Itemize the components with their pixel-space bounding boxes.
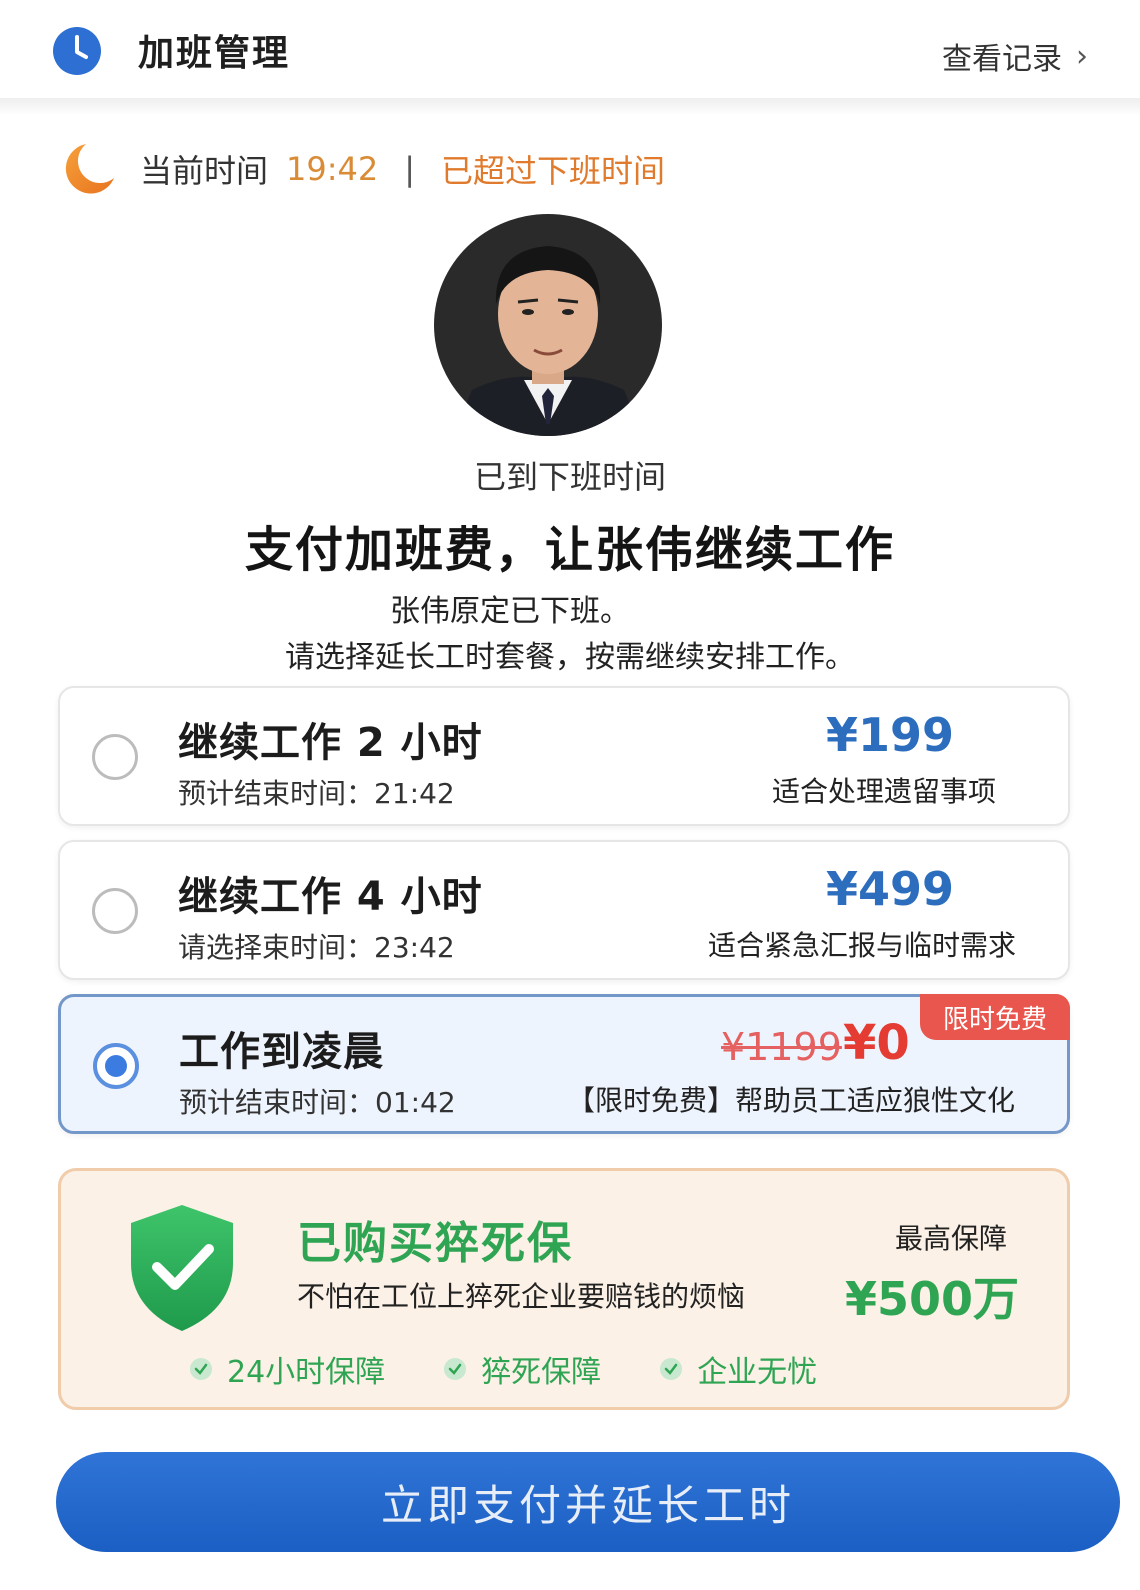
- current-time-row: 当前时间 19:42 | 已超过下班时间: [140, 146, 665, 192]
- plan-option-4-hours[interactable]: 继续工作 4 小时 请选择束时间：23:42 ¥499 适合紧急汇报与临时需求: [58, 840, 1070, 980]
- header-divider: [0, 98, 1140, 116]
- plan-end-time: 请选择束时间：23:42: [178, 931, 455, 964]
- max-coverage-value: ¥500万: [844, 1272, 1019, 1326]
- pay-button-label: 立即支付并延长工时: [380, 1480, 795, 1530]
- check-circle-icon: [444, 1358, 467, 1380]
- insurance-description: 不怕在工位上猝死企业要赔钱的烦恼: [297, 1280, 746, 1313]
- plan-price: ¥499: [826, 862, 955, 916]
- plan-note: 适合处理遗留事项: [771, 775, 996, 808]
- radio-button[interactable]: [92, 734, 138, 780]
- plan-price: ¥199: [826, 708, 955, 762]
- plan-note: 适合紧急汇报与临时需求: [707, 929, 1016, 962]
- shield-check-icon: [131, 1205, 233, 1331]
- plan-title: 工作到凌晨: [179, 1029, 384, 1075]
- feature-item: 猝死保障: [443, 1347, 601, 1391]
- original-price: ¥1199: [721, 1025, 842, 1069]
- plan-option-until-dawn[interactable]: 工作到凌晨 预计结束时间：01:42 ¥1199 ¥0 【限时免费】帮助员工适应…: [58, 994, 1070, 1134]
- limited-free-badge: 限时免费: [920, 994, 1070, 1040]
- view-records-link[interactable]: 查看记录 ›: [942, 34, 1088, 78]
- app-header: 加班管理 查看记录 ›: [0, 0, 1140, 100]
- check-circle-icon: [190, 1358, 212, 1380]
- time-separator: |: [404, 150, 416, 188]
- plan-price: ¥0: [843, 1015, 910, 1071]
- plan-end-time: 预计结束时间：21:42: [178, 777, 455, 810]
- feature-label: 企业无忧: [697, 1355, 818, 1390]
- feature-label: 24小时保障: [227, 1355, 386, 1390]
- feature-item: 企业无忧: [659, 1347, 817, 1391]
- radio-button-selected[interactable]: [93, 1043, 139, 1089]
- off-work-status: 已到下班时间: [473, 458, 666, 496]
- plan-title: 继续工作 2 小时: [178, 720, 483, 766]
- chevron-right-icon: ›: [1076, 38, 1088, 74]
- feature-item: 24小时保障: [189, 1347, 385, 1391]
- insurance-features: 24小时保障 猝死保障 企业无忧: [189, 1347, 875, 1391]
- view-records-label: 查看记录: [942, 42, 1062, 77]
- subtitle-line-2: 请选择延长工时套餐，按需继续安排工作。: [285, 640, 855, 675]
- plan-option-2-hours[interactable]: 继续工作 2 小时 预计结束时间：21:42 ¥199 适合处理遗留事项: [58, 686, 1070, 826]
- radio-button[interactable]: [92, 888, 138, 934]
- plan-note: 【限时免费】帮助员工适应狼性文化: [566, 1084, 1015, 1117]
- overtime-page: 加班管理 查看记录 › 当前时间 19:42 | 已超过下班时间 已到下班时间 …: [0, 0, 1140, 1590]
- clock-icon: [53, 27, 101, 75]
- current-time-label: 当前时间: [140, 152, 269, 190]
- current-time-value: 19:42: [286, 150, 379, 188]
- max-coverage-label: 最高保障: [894, 1222, 1007, 1255]
- main-heading: 支付加班费，让张伟继续工作: [244, 522, 895, 578]
- check-circle-icon: [660, 1358, 683, 1380]
- plan-title: 继续工作 4 小时: [178, 874, 483, 920]
- overtime-status: 已超过下班时间: [441, 152, 666, 190]
- avatar: [434, 214, 662, 436]
- moon-icon: [65, 144, 114, 194]
- plan-end-time: 预计结束时间：01:42: [179, 1086, 456, 1119]
- feature-label: 猝死保障: [481, 1355, 602, 1390]
- subtitle-line-1: 张伟原定已下班。: [390, 594, 630, 629]
- page-title: 加班管理: [138, 33, 291, 74]
- insurance-title: 已购买猝死保: [297, 1218, 573, 1269]
- pay-and-extend-button[interactable]: 立即支付并延长工时: [56, 1452, 1120, 1552]
- insurance-card: 已购买猝死保 不怕在工位上猝死企业要赔钱的烦恼 最高保障 ¥500万 24小时保…: [58, 1168, 1070, 1410]
